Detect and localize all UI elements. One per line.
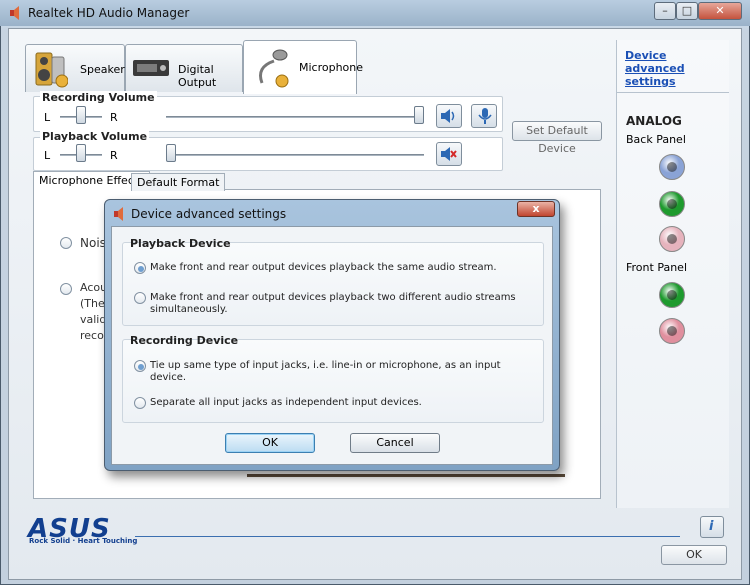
maximize-button[interactable]: □ — [676, 2, 698, 20]
analog-heading: ANALOG — [626, 114, 682, 128]
mic-boost-button[interactable] — [471, 104, 497, 128]
tab-speakers[interactable]: Speakers — [25, 44, 130, 92]
set-default-device-button[interactable]: Set Default Device — [512, 121, 602, 155]
tab-default-format[interactable]: Default Format — [131, 173, 226, 191]
minimize-button[interactable]: – — [654, 2, 676, 20]
playback-different-streams-label: Make front and rear output devices playb… — [150, 292, 516, 315]
decorative-divider — [247, 474, 565, 477]
microphone-boost-icon — [478, 108, 492, 124]
back-panel-label: Back Panel — [626, 133, 686, 146]
playback-volume-slider[interactable] — [166, 144, 176, 162]
acoustic-echo-radio[interactable] — [60, 283, 72, 295]
front-jack-headphone-icon[interactable] — [659, 282, 685, 308]
recording-balance-slider[interactable] — [76, 106, 86, 124]
speaker-volume-icon — [441, 109, 455, 123]
acoustic-echo-desc: reco — [80, 329, 104, 342]
balance-right-label: R — [110, 111, 118, 124]
dialog-speaker-icon — [114, 207, 123, 221]
dialog-cancel-button[interactable]: Cancel — [350, 433, 440, 453]
balance-left-label: L — [44, 111, 51, 124]
playback-balance-slider[interactable] — [76, 144, 86, 162]
playback-device-title: Playback Device — [130, 237, 231, 250]
back-jack-mic-icon[interactable] — [659, 226, 685, 252]
microphone-icon — [259, 49, 289, 88]
tab-microphone[interactable]: Microphone — [243, 40, 363, 94]
window-title: Realtek HD Audio Manager — [28, 6, 190, 20]
dialog-ok-button[interactable]: OK — [225, 433, 315, 453]
digital-output-icon — [133, 60, 169, 76]
mute-toggle-button[interactable] — [436, 104, 462, 128]
device-advanced-settings-link[interactable]: Device advanced settings — [625, 49, 721, 88]
speaker-app-icon — [10, 6, 19, 20]
volume-track — [166, 116, 424, 118]
dialog-title: Device advanced settings — [131, 207, 287, 221]
balance-left-label: L — [44, 149, 51, 162]
recording-tie-up-radio[interactable] — [134, 360, 146, 372]
back-jack-line-in-icon[interactable] — [659, 154, 685, 180]
recording-volume-slider[interactable] — [414, 106, 424, 124]
recording-separate-radio[interactable] — [134, 397, 146, 409]
close-button[interactable]: ✕ — [698, 2, 742, 20]
connector-panel — [616, 40, 729, 508]
bottom-divider — [135, 536, 680, 537]
back-jack-line-out-icon[interactable] — [659, 191, 685, 217]
tab-digital-output[interactable]: Digital Output — [125, 44, 243, 92]
recording-device-title: Recording Device — [130, 334, 239, 347]
playback-different-streams-radio[interactable] — [134, 292, 146, 304]
noise-suppression-label: Nois — [80, 236, 106, 250]
panel-divider — [616, 92, 729, 93]
playback-volume-title: Playback Volume — [40, 130, 150, 143]
balance-right-label: R — [110, 149, 118, 162]
acoustic-echo-desc: (The — [80, 297, 105, 310]
info-button[interactable]: i — [700, 516, 724, 538]
asus-tagline: Rock Solid · Heart Touching — [29, 537, 138, 545]
recording-separate-label: Separate all input jacks as independent … — [150, 397, 422, 408]
speakers-icon — [35, 52, 68, 88]
recording-tie-up-label: Tie up same type of input jacks, i.e. li… — [150, 360, 501, 383]
noise-suppression-radio[interactable] — [60, 237, 72, 249]
playback-mute-button[interactable] — [436, 142, 462, 166]
tab-label: Speakers — [80, 63, 131, 76]
recording-volume-title: Recording Volume — [40, 91, 157, 104]
tab-label: Digital Output — [178, 63, 217, 89]
speaker-muted-icon — [441, 147, 457, 161]
dialog-close-button[interactable]: x — [517, 201, 555, 217]
info-icon: i — [709, 519, 714, 534]
ok-button[interactable]: OK — [661, 545, 727, 565]
front-jack-mic-icon[interactable] — [659, 318, 685, 344]
acoustic-echo-desc: valid — [80, 313, 107, 326]
front-panel-label: Front Panel — [626, 261, 687, 274]
playback-same-stream-radio[interactable] — [134, 262, 146, 274]
tab-label: Microphone — [299, 61, 364, 74]
volume-track — [166, 154, 424, 156]
playback-same-stream-label: Make front and rear output devices playb… — [150, 262, 497, 273]
